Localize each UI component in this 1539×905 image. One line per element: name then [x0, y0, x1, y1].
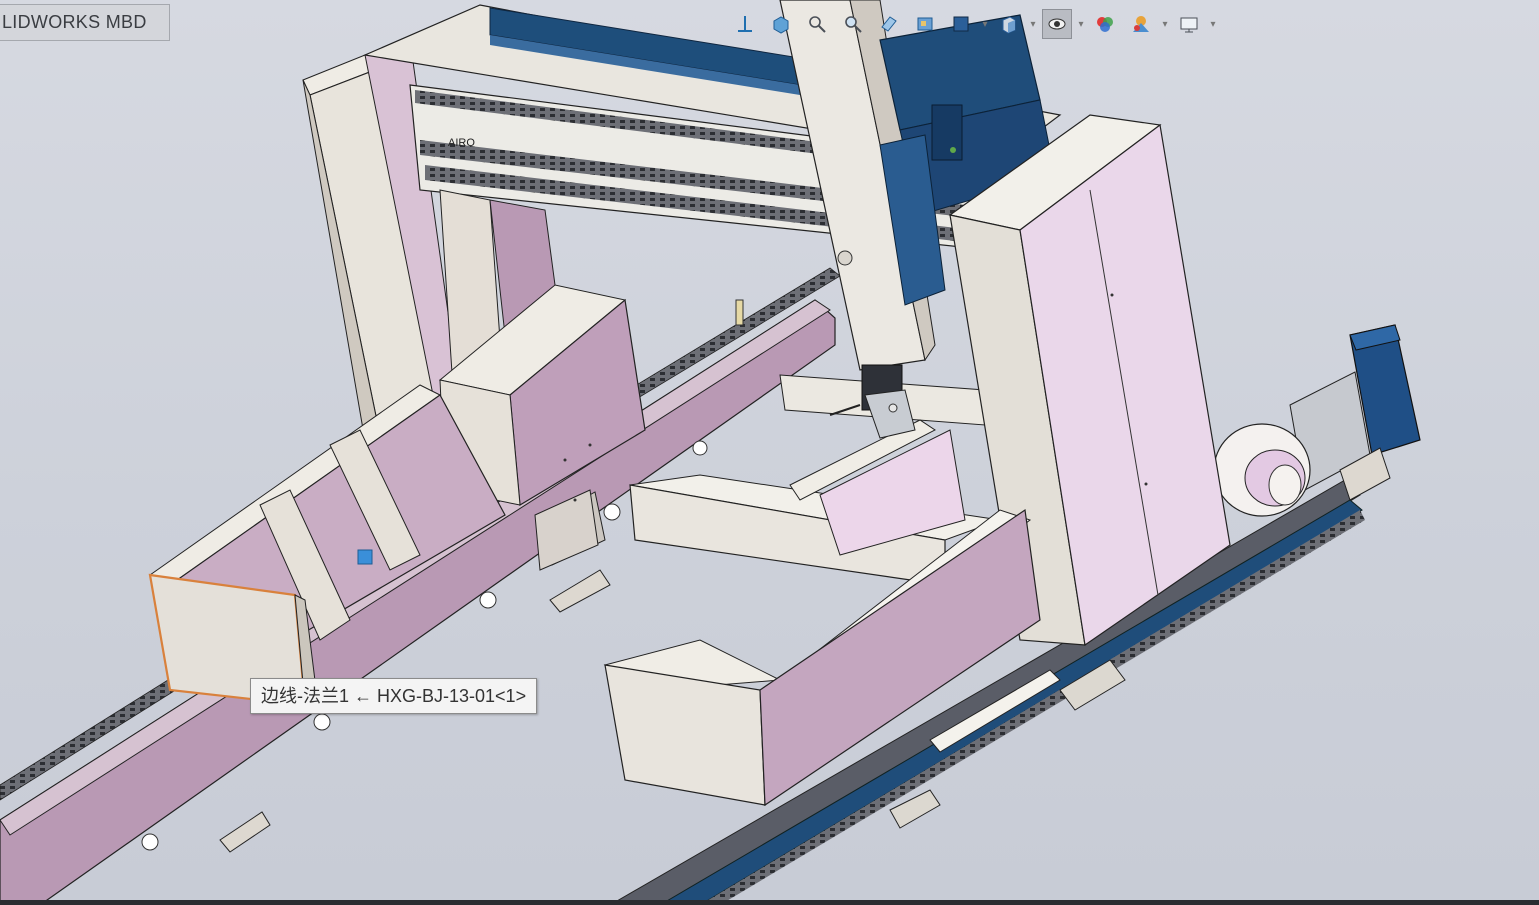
apply-scene-icon[interactable]: [1126, 9, 1156, 39]
product-tab-label: LIDWORKS MBD: [2, 12, 147, 32]
solidworks-mbd-tab[interactable]: LIDWORKS MBD: [0, 4, 170, 41]
cable-drum[interactable]: [1213, 423, 1311, 517]
display-style-icon[interactable]: [994, 9, 1024, 39]
viewport-bottom-border: [0, 900, 1539, 905]
zoom-to-area-icon[interactable]: [802, 9, 832, 39]
selection-handle-icon[interactable]: [357, 549, 373, 565]
svg-text:AIRO: AIRO: [448, 137, 475, 149]
chevron-down-icon[interactable]: ▾: [1078, 19, 1084, 30]
zoom-to-fit-icon[interactable]: [766, 9, 796, 39]
hide-show-items-icon[interactable]: [1042, 9, 1072, 39]
section-view-icon[interactable]: [874, 9, 904, 39]
chevron-down-icon[interactable]: ▾: [982, 19, 988, 30]
chevron-down-icon[interactable]: ▾: [1030, 19, 1036, 30]
previous-view-icon[interactable]: [838, 9, 868, 39]
selection-tooltip: 边线-法兰1 ← HXG-BJ-13-01<1>: [250, 678, 538, 714]
edit-appearance-icon[interactable]: [1090, 9, 1120, 39]
view-settings-icon[interactable]: [1174, 9, 1204, 39]
view-orientation-dropdown-icon[interactable]: [946, 9, 976, 39]
chevron-down-icon[interactable]: ▾: [1210, 19, 1216, 30]
chevron-down-icon[interactable]: ▾: [1162, 19, 1168, 30]
cad-model-3d-view[interactable]: AIRO: [0, 0, 1539, 905]
alignment-pin: [735, 299, 744, 326]
selection-tooltip-text: 边线-法兰1 ← HXG-BJ-13-01<1>: [261, 686, 527, 706]
dynamic-annotation-icon[interactable]: [910, 9, 940, 39]
heads-up-view-toolbar: ▾ ▾ ▾ ▾ ▾: [730, 6, 1216, 42]
view-orientation-icon[interactable]: [730, 9, 760, 39]
graphics-viewport[interactable]: AIRO LIDWORKS MBD ▾ ▾ ▾ ▾ ▾ 边线-法兰1 ← HXG…: [0, 0, 1539, 905]
